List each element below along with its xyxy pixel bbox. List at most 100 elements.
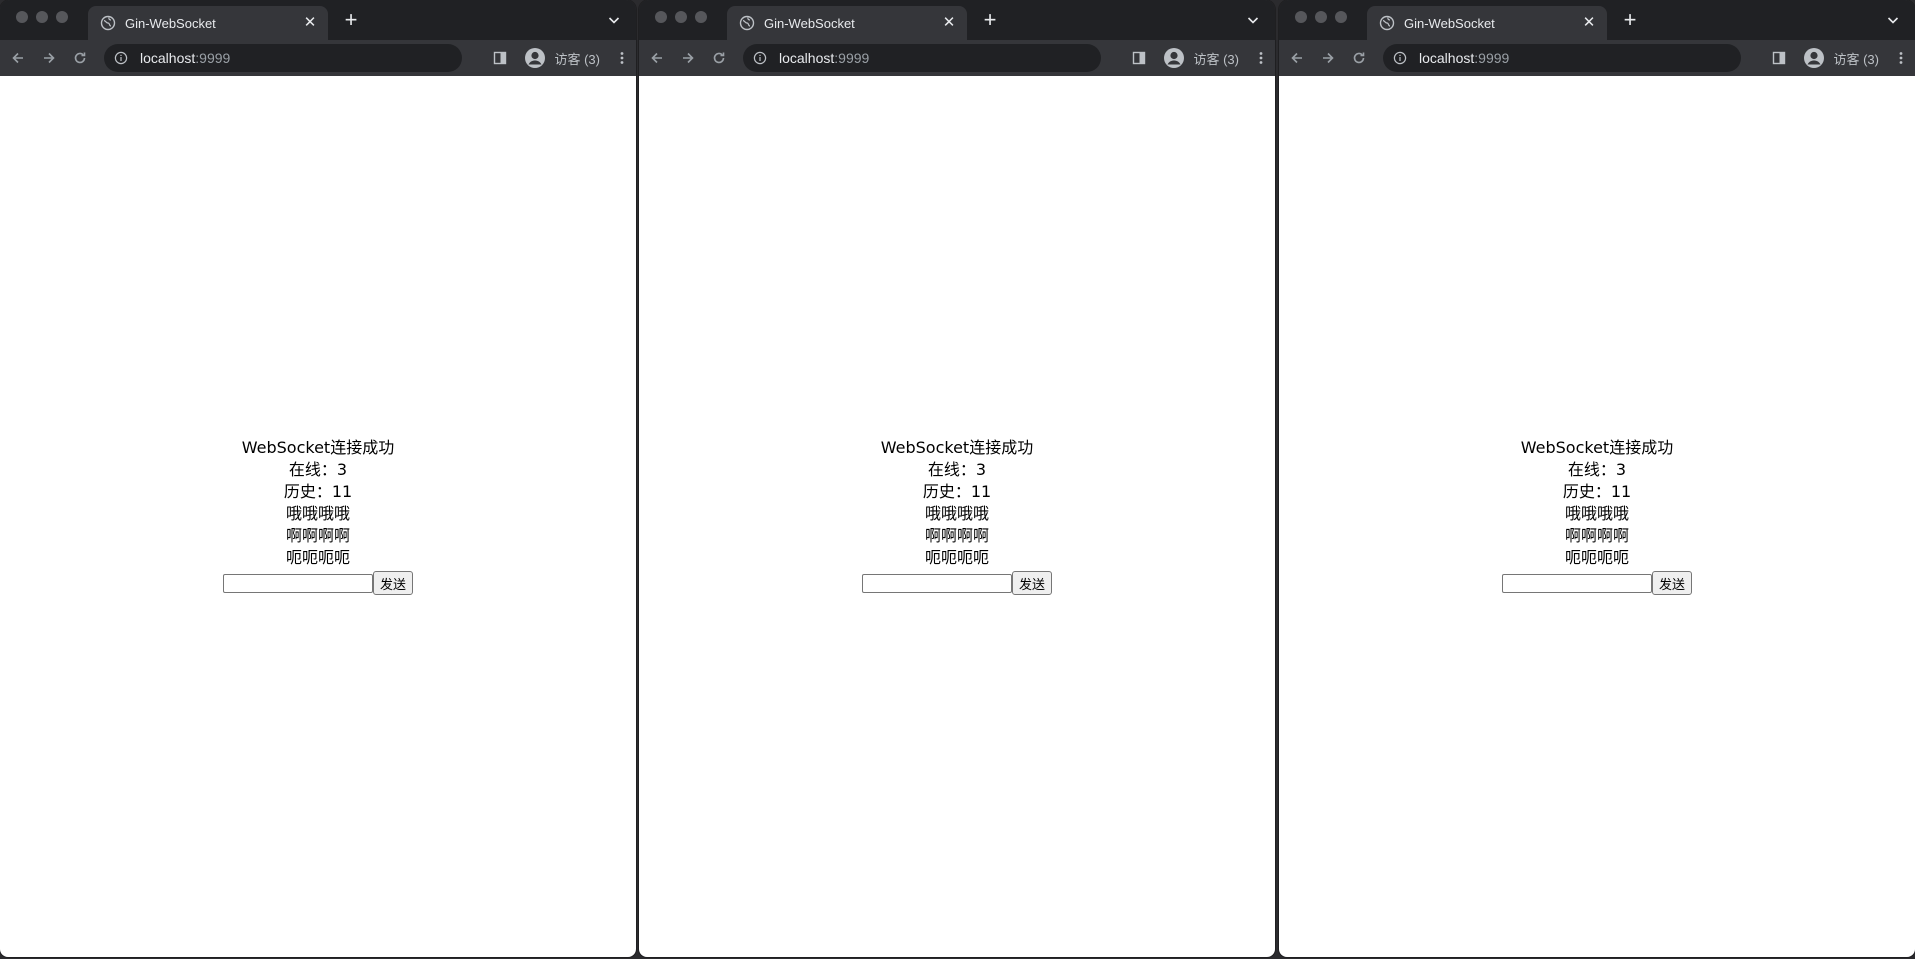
- profile-label: 访客 (3): [1833, 51, 1879, 67]
- online-count: 在线：3: [288, 460, 348, 479]
- tab-title: Gin-WebSocket: [764, 15, 855, 31]
- chat-panel: WebSocket连接成功 在线：3 历史：11 哦哦哦哦 啊啊啊啊 呃呃呃呃 …: [1279, 437, 1915, 595]
- close-icon[interactable]: ✕: [302, 15, 318, 31]
- back-button[interactable]: [643, 44, 671, 72]
- zoom-window-button[interactable]: [56, 11, 68, 23]
- url-port: :9999: [834, 50, 870, 66]
- profile-button[interactable]: 访客 (3): [1799, 44, 1887, 72]
- reload-icon: [74, 52, 86, 64]
- send-button[interactable]: 发送: [1651, 571, 1692, 595]
- profile-label: 访客 (3): [554, 51, 600, 67]
- reload-button[interactable]: [1345, 44, 1373, 72]
- forward-button[interactable]: [674, 44, 702, 72]
- info-icon[interactable]: [753, 51, 767, 65]
- profile-button[interactable]: 访客 (3): [520, 44, 608, 72]
- history-count: 历史：11: [922, 482, 992, 501]
- message-item: 呃呃呃呃: [924, 548, 989, 567]
- back-button[interactable]: [4, 44, 32, 72]
- close-icon[interactable]: ✕: [941, 15, 957, 31]
- avatar-icon: [1164, 48, 1185, 68]
- chat-panel: WebSocket连接成功 在线：3 历史：11 哦哦哦哦 啊啊啊啊 呃呃呃呃 …: [0, 437, 636, 595]
- address-bar[interactable]: localhost:9999: [104, 44, 462, 72]
- connection-status: WebSocket连接成功: [880, 438, 1034, 457]
- plus-icon[interactable]: +: [340, 9, 362, 31]
- tab-title: Gin-WebSocket: [1404, 15, 1495, 31]
- plus-icon[interactable]: +: [1619, 9, 1641, 31]
- browser-window: Gin-WebSocket ✕ + localhost:9999 访客 (3): [639, 0, 1275, 957]
- send-button[interactable]: 发送: [1011, 571, 1052, 595]
- chevron-down-icon[interactable]: [1885, 12, 1901, 28]
- close-window-button[interactable]: [655, 11, 667, 23]
- history-count: 历史：11: [283, 482, 353, 501]
- message-item: 呃呃呃呃: [285, 548, 350, 567]
- reload-button[interactable]: [66, 44, 94, 72]
- reload-icon: [713, 52, 725, 64]
- zoom-window-button[interactable]: [1335, 11, 1347, 23]
- online-count: 在线：3: [927, 460, 987, 479]
- info-icon[interactable]: [1393, 51, 1407, 65]
- send-button[interactable]: 发送: [372, 571, 413, 595]
- close-icon[interactable]: ✕: [1581, 15, 1597, 31]
- toolbar-actions: 访客 (3): [1131, 44, 1269, 72]
- plus-icon[interactable]: +: [979, 9, 1001, 31]
- message-item: 啊啊啊啊: [1564, 526, 1629, 545]
- tab-strip: Gin-WebSocket ✕ +: [0, 0, 636, 40]
- url-host: localhost: [779, 50, 835, 66]
- side-panel-icon[interactable]: [1771, 50, 1787, 66]
- message-item: 啊啊啊啊: [285, 526, 350, 545]
- minimize-window-button[interactable]: [675, 11, 687, 23]
- page-viewport: WebSocket连接成功 在线：3 历史：11 哦哦哦哦 啊啊啊啊 呃呃呃呃 …: [639, 76, 1275, 957]
- forward-button[interactable]: [35, 44, 63, 72]
- close-window-button[interactable]: [16, 11, 28, 23]
- globe-icon: [739, 15, 755, 31]
- browser-tab[interactable]: Gin-WebSocket ✕: [727, 6, 967, 40]
- profile-button[interactable]: 访客 (3): [1159, 44, 1247, 72]
- window-controls: [655, 11, 707, 23]
- desktop: Gin-WebSocket ✕ + localhost:9999 访客 (3): [0, 0, 1915, 959]
- window-controls: [1295, 11, 1347, 23]
- toolbar: localhost:9999 访客 (3): [1279, 40, 1915, 76]
- tab-strip: Gin-WebSocket ✕ +: [1279, 0, 1915, 40]
- url-port: :9999: [195, 50, 231, 66]
- kebab-menu-icon[interactable]: [1253, 50, 1269, 66]
- browser-tab[interactable]: Gin-WebSocket ✕: [1367, 6, 1607, 40]
- avatar-icon: [1804, 48, 1825, 68]
- tab-strip: Gin-WebSocket ✕ +: [639, 0, 1275, 40]
- message-input[interactable]: [861, 573, 1012, 593]
- avatar-icon: [525, 48, 546, 68]
- kebab-menu-icon[interactable]: [614, 50, 630, 66]
- forward-arrow-icon: [44, 52, 55, 64]
- online-count: 在线：3: [1567, 460, 1627, 479]
- minimize-window-button[interactable]: [36, 11, 48, 23]
- close-window-button[interactable]: [1295, 11, 1307, 23]
- address-bar[interactable]: localhost:9999: [743, 44, 1101, 72]
- side-panel-icon[interactable]: [1131, 50, 1147, 66]
- forward-button[interactable]: [1314, 44, 1342, 72]
- browser-window: Gin-WebSocket ✕ + localhost:9999 访客 (3): [1279, 0, 1915, 957]
- reload-button[interactable]: [705, 44, 733, 72]
- url-host: localhost: [140, 50, 196, 66]
- minimize-window-button[interactable]: [1315, 11, 1327, 23]
- info-icon[interactable]: [114, 51, 128, 65]
- globe-icon: [100, 15, 116, 31]
- message-input[interactable]: [222, 573, 373, 593]
- zoom-window-button[interactable]: [695, 11, 707, 23]
- page-viewport: WebSocket连接成功 在线：3 历史：11 哦哦哦哦 啊啊啊啊 呃呃呃呃 …: [0, 76, 636, 957]
- kebab-menu-icon[interactable]: [1893, 50, 1909, 66]
- chevron-down-icon[interactable]: [606, 12, 622, 28]
- message-item: 哦哦哦哦: [285, 504, 350, 523]
- browser-window: Gin-WebSocket ✕ + localhost:9999 访客 (3): [0, 0, 636, 957]
- toolbar-actions: 访客 (3): [1771, 44, 1909, 72]
- toolbar: localhost:9999 访客 (3): [0, 40, 636, 76]
- message-input[interactable]: [1501, 573, 1652, 593]
- chevron-down-icon[interactable]: [1245, 12, 1261, 28]
- connection-status: WebSocket连接成功: [241, 438, 395, 457]
- send-row: 发送: [1279, 571, 1915, 595]
- message-item: 哦哦哦哦: [1564, 504, 1629, 523]
- address-bar[interactable]: localhost:9999: [1383, 44, 1741, 72]
- browser-tab[interactable]: Gin-WebSocket ✕: [88, 6, 328, 40]
- side-panel-icon[interactable]: [492, 50, 508, 66]
- back-button[interactable]: [1283, 44, 1311, 72]
- toolbar-actions: 访客 (3): [492, 44, 630, 72]
- chat-panel: WebSocket连接成功 在线：3 历史：11 哦哦哦哦 啊啊啊啊 呃呃呃呃 …: [639, 437, 1275, 595]
